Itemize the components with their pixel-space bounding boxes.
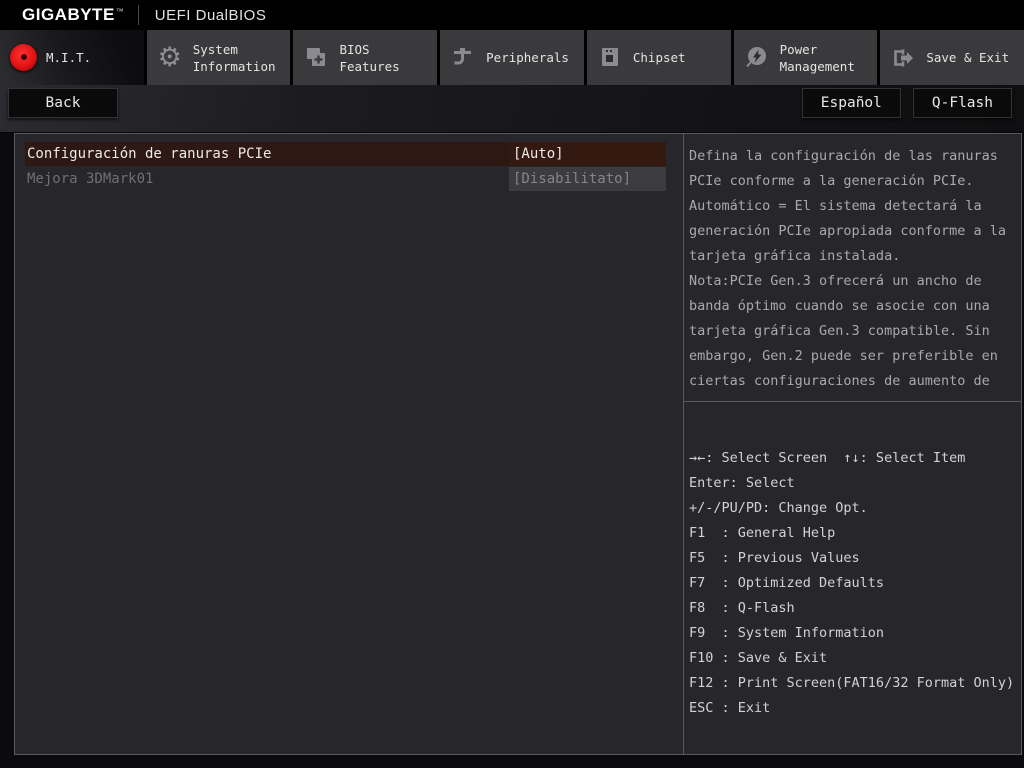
help-line: ciertas configuraciones de aumento de bbox=[689, 369, 1019, 394]
header-divider bbox=[138, 5, 139, 25]
chipset-icon bbox=[595, 43, 625, 73]
tab-label: Peripherals bbox=[486, 49, 569, 66]
gear-icon: ⚙ bbox=[155, 43, 185, 73]
setting-label: Configuración de ranuras PCIe bbox=[25, 146, 509, 162]
tab-chipset[interactable]: Chipset bbox=[587, 30, 731, 85]
help-line: PCIe conforme a la generación PCIe. bbox=[689, 169, 1019, 194]
shortcut-line: F10 : Save & Exit bbox=[689, 646, 1019, 671]
tab-mit[interactable]: M.I.T. bbox=[0, 30, 144, 85]
setting-label: Mejora 3DMark01 bbox=[25, 171, 509, 187]
keyboard-shortcuts: →←: Select Screen ↑↓: Select Item Enter:… bbox=[684, 402, 1021, 721]
save-exit-icon bbox=[888, 43, 918, 73]
shortcut-line: +/-/PU/PD: Change Opt. bbox=[689, 496, 1019, 521]
main-area: Configuración de ranuras PCIe [Auto] Mej… bbox=[0, 133, 1024, 768]
item-help-text: Defina la configuración de las ranuras P… bbox=[684, 134, 1021, 401]
shortcut-line: F9 : System Information bbox=[689, 621, 1019, 646]
shortcut-line: F7 : Optimized Defaults bbox=[689, 571, 1019, 596]
tab-label: Power Management bbox=[780, 41, 878, 75]
top-header: GIGABYTE™ UEFI DualBIOS bbox=[0, 0, 1024, 30]
bios-chip-icon bbox=[301, 43, 331, 73]
tab-system-information[interactable]: ⚙ System Information bbox=[147, 30, 291, 85]
help-line: Automático = El sistema detectará la bbox=[689, 194, 1019, 219]
tab-save-exit[interactable]: Save & Exit bbox=[880, 30, 1024, 85]
help-line: tarjeta gráfica Gen.3 compatible. Sin bbox=[689, 319, 1019, 344]
tab-label: M.I.T. bbox=[46, 49, 91, 66]
bios-title: UEFI DualBIOS bbox=[155, 7, 267, 24]
help-line: generación PCIe apropiada conforme a la bbox=[689, 219, 1019, 244]
setting-value: [Auto] bbox=[509, 142, 666, 166]
settings-list: Configuración de ranuras PCIe [Auto] Mej… bbox=[15, 134, 683, 754]
tab-power-management[interactable]: Power Management bbox=[734, 30, 878, 85]
setting-row-pcie-slot-configuration[interactable]: Configuración de ranuras PCIe [Auto] bbox=[25, 142, 666, 166]
back-button[interactable]: Back bbox=[8, 88, 118, 118]
help-line: Nota:PCIe Gen.3 ofrecerá un ancho de bbox=[689, 269, 1019, 294]
qflash-button[interactable]: Q-Flash bbox=[913, 88, 1012, 118]
power-bolt-icon bbox=[742, 43, 772, 73]
shortcut-line: ESC : Exit bbox=[689, 696, 1019, 721]
help-line: tarjeta gráfica instalada. bbox=[689, 244, 1019, 269]
gigabyte-logo: GIGABYTE™ bbox=[22, 5, 124, 25]
help-line: banda óptimo cuando se asocie con una bbox=[689, 294, 1019, 319]
tab-bios-features[interactable]: BIOS Features bbox=[293, 30, 437, 85]
setting-row-3dmark01-enhancement[interactable]: Mejora 3DMark01 [Disabilitato] bbox=[25, 167, 666, 191]
shortcut-line: F12 : Print Screen(FAT16/32 Format Only) bbox=[689, 671, 1019, 696]
tab-label: Save & Exit bbox=[926, 49, 1009, 66]
peripherals-icon bbox=[448, 43, 478, 73]
shortcut-line: F1 : General Help bbox=[689, 521, 1019, 546]
shortcut-line: →←: Select Screen ↑↓: Select Item bbox=[689, 446, 1019, 471]
help-line: Defina la configuración de las ranuras bbox=[689, 144, 1019, 169]
tab-label: System Information bbox=[193, 41, 291, 75]
tab-bar: M.I.T. ⚙ System Information BIOS Feature… bbox=[0, 30, 1024, 85]
mit-dial-icon bbox=[8, 43, 38, 73]
help-pane: Defina la configuración de las ranuras P… bbox=[684, 134, 1021, 754]
help-line: embargo, Gen.2 puede ser preferible en bbox=[689, 344, 1019, 369]
shortcut-line: F8 : Q-Flash bbox=[689, 596, 1019, 621]
content-panel: Configuración de ranuras PCIe [Auto] Mej… bbox=[14, 133, 1022, 755]
bios-screen: GIGABYTE™ UEFI DualBIOS M.I.T. ⚙ System … bbox=[0, 0, 1024, 768]
shortcut-line: F5 : Previous Values bbox=[689, 546, 1019, 571]
language-button[interactable]: Español bbox=[802, 88, 901, 118]
tab-peripherals[interactable]: Peripherals bbox=[440, 30, 584, 85]
shortcut-line: Enter: Select bbox=[689, 471, 1019, 496]
tab-label: Chipset bbox=[633, 49, 686, 66]
sub-toolbar: Back Español Q-Flash bbox=[0, 85, 1024, 133]
tab-label: BIOS Features bbox=[339, 41, 437, 75]
setting-value: [Disabilitato] bbox=[509, 167, 666, 191]
